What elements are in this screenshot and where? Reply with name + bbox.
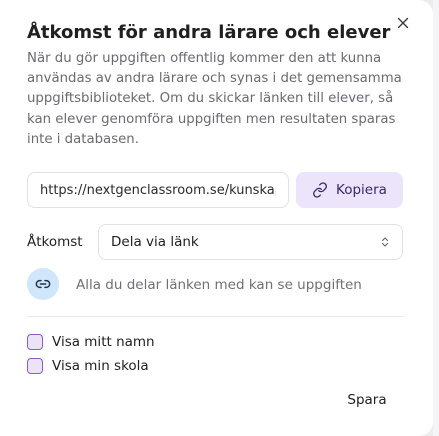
- copy-link-button[interactable]: Kopiera: [296, 172, 403, 208]
- link-icon: [313, 182, 328, 198]
- copy-button-label: Kopiera: [336, 182, 387, 198]
- link-icon: [35, 279, 51, 289]
- share-dialog: Åtkomst för andra lärare och elever När …: [0, 0, 433, 436]
- dialog-description: När du gör uppgiften offentlig kommer de…: [27, 51, 402, 147]
- show-school-label: Visa min skola: [52, 358, 149, 374]
- close-button[interactable]: [394, 14, 412, 32]
- dialog-title: Åtkomst för andra lärare och elever: [27, 22, 391, 43]
- divider: [27, 316, 403, 317]
- chevron-updown-icon: [381, 237, 389, 247]
- page-backdrop: [433, 0, 439, 436]
- show-name-checkbox[interactable]: [27, 334, 43, 350]
- access-select-value: Dela via länk: [111, 234, 199, 250]
- show-name-option[interactable]: Visa mitt namn: [27, 333, 155, 351]
- show-name-label: Visa mitt namn: [52, 334, 155, 350]
- save-button[interactable]: Spara: [338, 386, 396, 414]
- info-link-badge: [27, 268, 59, 300]
- access-info-text: Alla du delar länken med kan se uppgifte…: [76, 277, 362, 293]
- close-icon: [397, 17, 409, 29]
- show-school-checkbox[interactable]: [27, 358, 43, 374]
- show-school-option[interactable]: Visa min skola: [27, 357, 149, 375]
- access-select[interactable]: Dela via länk: [98, 224, 403, 260]
- access-label: Åtkomst: [27, 234, 83, 250]
- share-link-input[interactable]: [27, 172, 289, 208]
